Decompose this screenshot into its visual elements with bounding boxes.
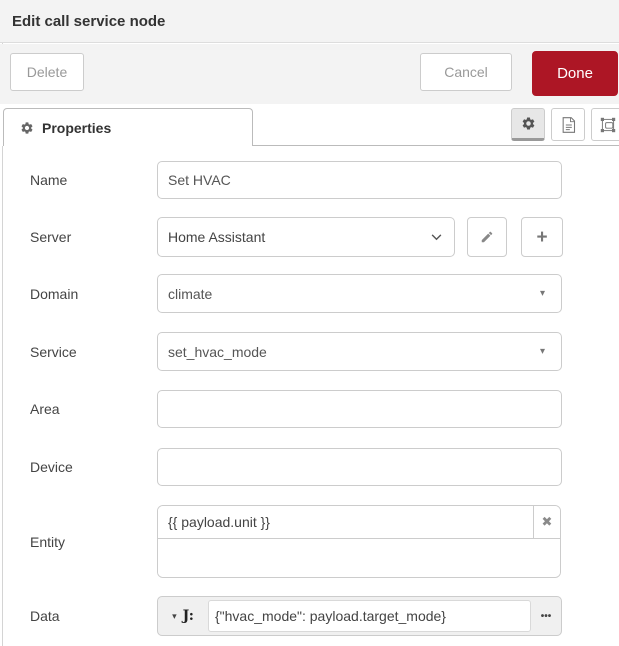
entity-list-item: ✖ [158, 506, 560, 539]
pencil-icon [480, 230, 494, 244]
delete-button[interactable]: Delete [10, 53, 84, 91]
dialog-header: Edit call service node [0, 0, 619, 43]
name-label: Name [30, 161, 145, 199]
data-value-input[interactable] [208, 600, 531, 632]
entity-input-secondary[interactable] [158, 539, 560, 578]
name-input[interactable] [157, 161, 562, 199]
description-view-button[interactable] [551, 108, 585, 141]
service-input[interactable] [157, 332, 562, 371]
gear-icon [521, 116, 536, 131]
server-select[interactable]: Home Assistant [157, 217, 455, 257]
server-select-value: Home Assistant [168, 229, 444, 245]
entity-list: ✖ [157, 505, 561, 578]
area-label: Area [30, 390, 145, 428]
document-icon [561, 117, 576, 133]
data-label: Data [30, 596, 145, 636]
device-label: Device [30, 448, 145, 486]
domain-label: Domain [30, 274, 145, 313]
tab-bar: Properties [0, 104, 619, 146]
jsonata-icon: J: [183, 608, 194, 624]
edit-call-service-dialog: Edit call service node Delete Cancel Don… [0, 0, 619, 646]
tab-properties[interactable]: Properties [3, 108, 253, 146]
server-label: Server [30, 217, 145, 257]
entity-input[interactable] [158, 506, 533, 538]
service-label: Service [30, 332, 145, 371]
domain-input[interactable] [157, 274, 562, 313]
entity-label: Entity [30, 505, 145, 578]
done-button[interactable]: Done [532, 51, 618, 96]
tab-properties-label: Properties [42, 120, 111, 136]
server-edit-button[interactable] [467, 217, 507, 257]
cancel-button[interactable]: Cancel [420, 53, 512, 91]
dialog-toolbar: Delete Cancel Done [0, 44, 619, 104]
properties-view-button[interactable] [511, 108, 545, 141]
ellipsis-icon[interactable]: ••• [531, 597, 561, 635]
appearance-icon [600, 117, 616, 133]
data-typed-input: ▾ J: ••• [157, 596, 562, 636]
appearance-view-button[interactable] [591, 108, 619, 141]
plus-icon: + [536, 228, 547, 247]
dialog-title: Edit call service node [12, 0, 165, 43]
tab-bar-baseline [253, 145, 619, 146]
area-input[interactable] [157, 390, 562, 428]
remove-icon[interactable]: ✖ [533, 506, 560, 538]
data-type-selector[interactable]: ▾ J: [158, 597, 208, 635]
device-input[interactable] [157, 448, 562, 486]
gear-icon [20, 121, 34, 135]
server-add-button[interactable]: + [521, 217, 563, 257]
caret-down-icon: ▾ [172, 611, 177, 622]
